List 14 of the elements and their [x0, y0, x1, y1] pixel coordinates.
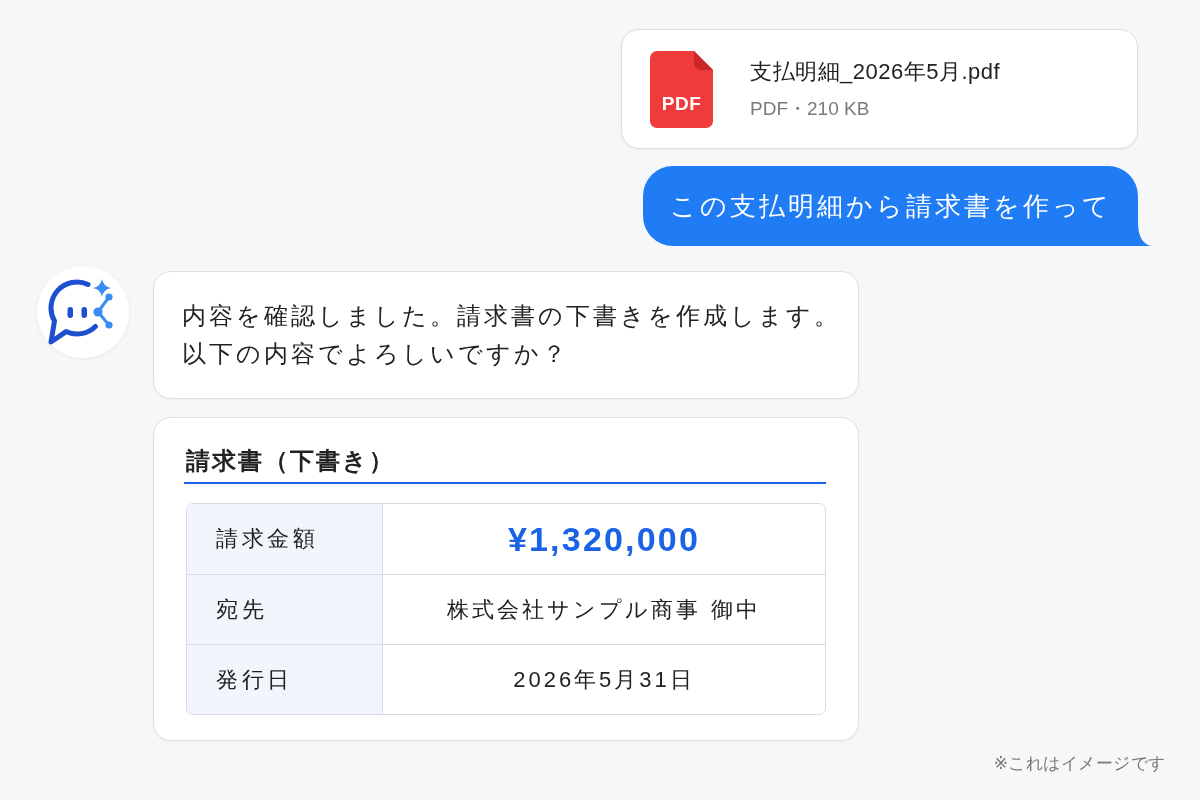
card-title: 請求書（下書き） [186, 446, 395, 476]
amount-cell-text: ¥1,320,000 [506, 518, 702, 560]
row-label-cell: 発行日 [187, 644, 383, 714]
assistant-message-bubble: 内容を確認しました。請求書の下書きを作成します。以下の内容でよろしいですか？ [153, 271, 859, 399]
file-attachment-card[interactable]: PDF 支払明細_2026年5月.pdf PDF・210 KB [621, 29, 1138, 149]
table-cell: 株式会社サンプル商事 御中 [383, 574, 825, 644]
row-label-cell: 請求金額 [187, 504, 383, 574]
pdf-file-icon: PDF [650, 50, 713, 128]
file-meta: PDF・210 KB [750, 96, 871, 121]
footnote-text: ※これはイメージです [993, 753, 1166, 775]
file-name: 支払明細_2026年5月.pdf [750, 57, 1001, 86]
user-message-bubble: この支払明細から請求書を作って [643, 166, 1151, 246]
row-label-cell: 宛先 [187, 574, 383, 644]
table-cell: 2026年5月31日 [383, 644, 825, 714]
